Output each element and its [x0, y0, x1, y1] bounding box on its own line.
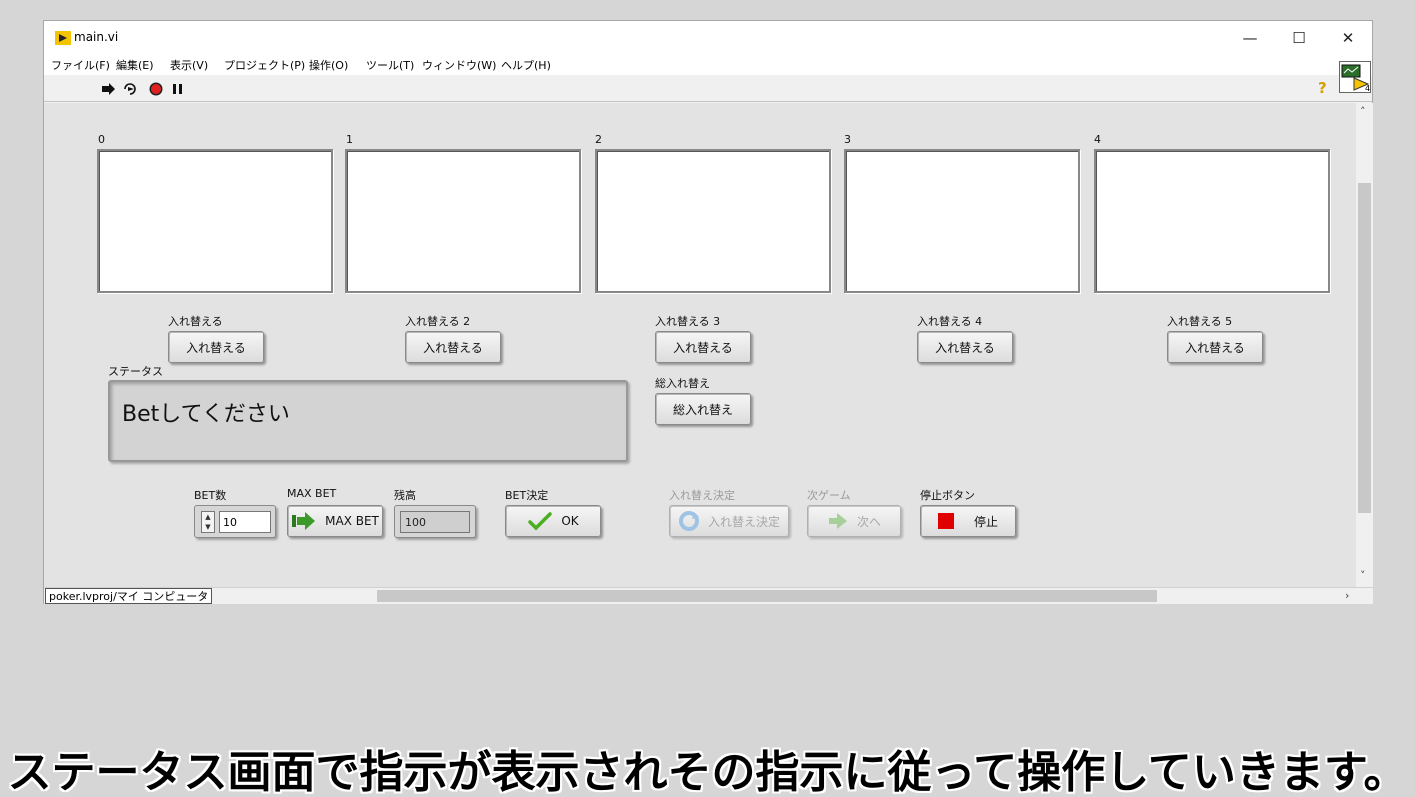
next-arrow-icon: [828, 513, 847, 529]
status-text: Betしてください: [122, 402, 290, 427]
menu-tools[interactable]: ツール(T): [366, 57, 414, 73]
swap-button-5[interactable]: 入れ替える: [1167, 331, 1263, 363]
menu-bar: ファイル(F) 編集(E) 表示(V) プロジェクト(P) 操作(O) ツール(…: [44, 55, 1372, 75]
vertical-scrollbar[interactable]: ˄ ˅: [1356, 103, 1373, 587]
scroll-right-icon[interactable]: ›: [1345, 589, 1349, 602]
status-label: ステータス: [108, 365, 163, 378]
card-picture-2: [595, 149, 831, 293]
vi-connector-icon: 4: [1341, 64, 1370, 93]
pause-icon[interactable]: [170, 82, 186, 96]
green-arrow-icon: [292, 512, 316, 530]
card-index-0: 0: [98, 133, 105, 146]
card-picture-0: [97, 149, 333, 293]
balance-indicator: 100: [394, 505, 476, 538]
menu-window[interactable]: ウィンドウ(W): [422, 57, 496, 73]
title-bar: main.vi — ☐ ✕: [44, 21, 1372, 55]
card-index-4: 4: [1094, 133, 1101, 146]
balance-value: 100: [400, 511, 470, 533]
swap-all-label: 総入れ替え: [655, 377, 710, 390]
swap-label-4: 入れ替える 4: [917, 315, 983, 328]
context-help-icon[interactable]: ?: [1318, 79, 1327, 97]
menu-project[interactable]: プロジェクト(P): [224, 57, 305, 73]
swap-button-4[interactable]: 入れ替える: [917, 331, 1013, 363]
stop-label: 停止ボタン: [920, 489, 975, 502]
menu-operate[interactable]: 操作(O): [309, 57, 348, 73]
menu-file[interactable]: ファイル(F): [51, 57, 110, 73]
abort-icon[interactable]: [148, 82, 164, 96]
card-index-1: 1: [346, 133, 353, 146]
checkmark-icon: [528, 512, 553, 531]
next-game-label: 次ゲーム: [807, 489, 851, 502]
card-picture-1: [345, 149, 581, 293]
card-index-2: 2: [595, 133, 602, 146]
project-path: poker.lvproj/マイ コンピュータ: [45, 588, 213, 604]
max-bet-button[interactable]: MAX BET: [287, 505, 383, 537]
balance-label: 残高: [394, 489, 416, 502]
horizontal-scroll-thumb[interactable]: [377, 590, 1157, 602]
stop-button-label: 停止: [973, 514, 998, 529]
status-row: poker.lvproj/マイ コンピュータ ‹ ›: [44, 587, 1373, 604]
scroll-up-icon[interactable]: ˄: [1360, 105, 1366, 118]
stop-square-icon: [937, 513, 954, 529]
swap-label-1: 入れ替える: [168, 315, 223, 328]
swap-confirm-label: 入れ替え決定: [669, 489, 735, 502]
toolbar: ?: [44, 75, 1372, 102]
bet-count-control: ▲ ▼ 10: [194, 505, 276, 538]
bet-confirm-label: BET決定: [505, 489, 549, 502]
card-picture-3: [844, 149, 1080, 293]
scroll-down-icon[interactable]: ˅: [1360, 569, 1366, 582]
scroll-left-icon[interactable]: ‹: [201, 589, 205, 602]
menu-help[interactable]: ヘルプ(H): [501, 57, 551, 73]
run-continuously-icon[interactable]: [122, 82, 138, 96]
swap-confirm-button[interactable]: 入れ替え決定: [669, 505, 789, 537]
swap-button-2[interactable]: 入れ替える: [405, 331, 501, 363]
close-button[interactable]: ✕: [1336, 27, 1360, 49]
next-game-button[interactable]: 次へ: [807, 505, 901, 537]
max-bet-button-label: MAX BET: [325, 514, 379, 528]
bet-count-label: BET数: [194, 489, 227, 502]
maximize-button[interactable]: ☐: [1287, 27, 1311, 49]
bet-confirm-button-label: OK: [561, 514, 579, 528]
swap-label-3: 入れ替える 3: [655, 315, 721, 328]
swap-label-2: 入れ替える 2: [405, 315, 471, 328]
bet-count-input[interactable]: 10: [219, 511, 271, 533]
window-title: main.vi: [74, 30, 119, 44]
swap-confirm-button-label: 入れ替え決定: [707, 514, 780, 529]
swap-label-5: 入れ替える 5: [1167, 315, 1233, 328]
svg-text:4: 4: [1365, 84, 1370, 92]
stop-button[interactable]: 停止: [920, 505, 1016, 537]
menu-view[interactable]: 表示(V): [170, 57, 208, 73]
minimize-button[interactable]: —: [1238, 27, 1262, 49]
bet-confirm-button[interactable]: OK: [505, 505, 601, 537]
swap-button-3[interactable]: 入れ替える: [655, 331, 751, 363]
vertical-scroll-thumb[interactable]: [1358, 183, 1371, 513]
labview-window: main.vi — ☐ ✕ ファイル(F) 編集(E) 表示(V) プロジェクト…: [43, 20, 1373, 604]
card-index-3: 3: [844, 133, 851, 146]
refresh-icon: [678, 511, 699, 531]
card-picture-4: [1094, 149, 1330, 293]
menu-edit[interactable]: 編集(E): [116, 57, 154, 73]
max-bet-label: MAX BET: [287, 487, 337, 500]
labview-app-icon: [55, 31, 71, 45]
caption: ステータス画面で指示が表示されその指示に従って操作していきます。: [7, 747, 1408, 797]
front-panel: 0 1 2 3 4 入れ替える 入れ替える 2 入れ替える 3 入れ替える 4 …: [44, 103, 1356, 587]
next-game-button-label: 次へ: [856, 514, 881, 529]
bet-count-stepper[interactable]: ▲ ▼: [201, 511, 215, 533]
swap-all-button[interactable]: 総入れ替え: [655, 393, 751, 425]
run-arrow-icon[interactable]: [100, 82, 116, 96]
status-display: Betしてください: [108, 380, 628, 462]
swap-button-1[interactable]: 入れ替える: [168, 331, 264, 363]
vi-icon: 4: [1339, 61, 1371, 93]
